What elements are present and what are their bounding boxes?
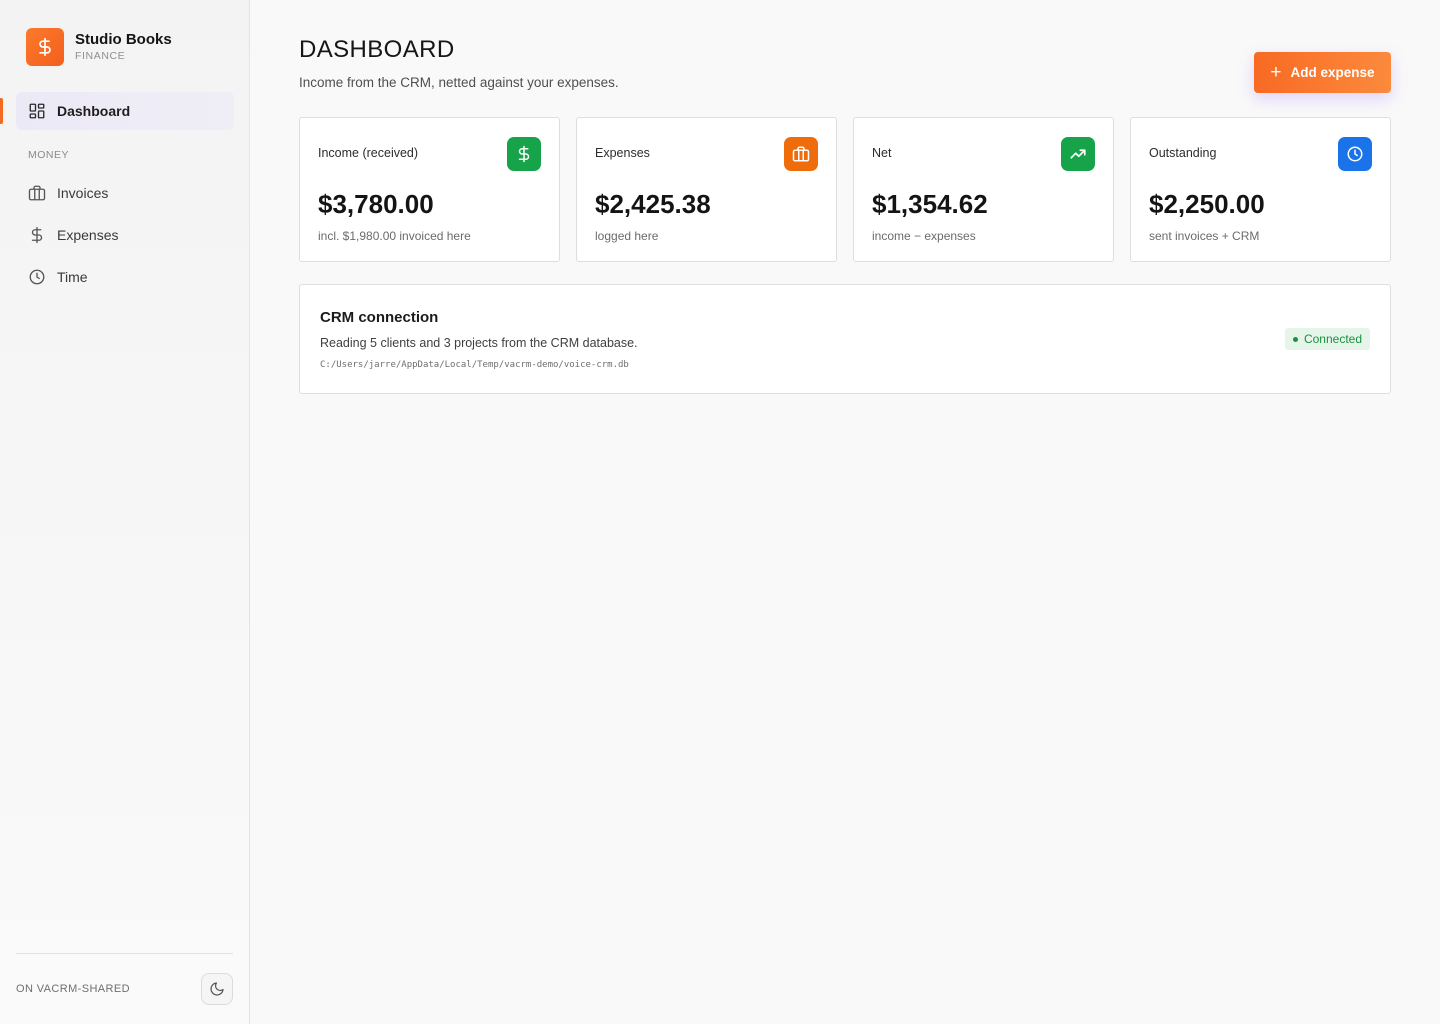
dollar-icon: [39, 37, 51, 57]
plus-icon: +: [1270, 62, 1282, 83]
crm-db-path: C:/Users/jarre/AppData/Local/Temp/vacrm-…: [320, 360, 629, 370]
status-dot-icon: [1292, 336, 1298, 342]
card-label: Net: [872, 146, 892, 160]
card-note: income − expenses: [872, 229, 976, 243]
section-label-money: MONEY: [28, 149, 70, 161]
dollar-icon: [27, 225, 47, 245]
card-income: Income (received) $3,780.00 incl. $1,980…: [299, 117, 560, 262]
status-label: Connected: [1303, 332, 1362, 346]
clock-icon: [1338, 137, 1372, 171]
card-net: Net $1,354.62 income − expenses: [853, 117, 1114, 262]
sidebar-item-label: Invoices: [57, 185, 109, 201]
card-note: sent invoices + CRM: [1149, 229, 1260, 243]
card-value: $1,354.62: [872, 189, 988, 219]
add-expense-label: Add expense: [1290, 65, 1375, 80]
card-label: Income (received): [318, 146, 419, 160]
brand-name: Studio Books: [75, 31, 172, 48]
moon-icon: [210, 982, 224, 996]
grid-icon: [27, 101, 47, 121]
card-expenses: Expenses $2,425.38 logged here: [576, 117, 837, 262]
sidebar-item-label: Dashboard: [57, 103, 131, 119]
status-badge: Connected: [1284, 328, 1370, 350]
card-value: $2,250.00: [1149, 189, 1265, 219]
crm-title: CRM connection: [320, 309, 439, 326]
workspace-label: ON VACRM-SHARED: [16, 983, 130, 995]
card-outstanding: Outstanding $2,250.00 sent invoices + CR…: [1130, 117, 1391, 262]
briefcase-icon: [27, 183, 47, 203]
card-label: Expenses: [595, 146, 650, 160]
card-value: $2,425.38: [595, 189, 711, 219]
card-label: Outstanding: [1149, 146, 1217, 160]
crm-description: Reading 5 clients and 3 projects from th…: [320, 336, 638, 350]
brand-subtitle: FINANCE: [75, 50, 126, 62]
trending-up-icon: [1061, 137, 1095, 171]
sidebar: Studio Books FINANCE Dashboard MONEY Inv…: [0, 0, 250, 1024]
sidebar-footer: ON VACRM-SHARED: [16, 953, 233, 1024]
sidebar-item-label: Time: [57, 269, 88, 285]
clock-icon: [27, 267, 47, 287]
main-content: DASHBOARD Income from the CRM, netted ag…: [250, 0, 1440, 1024]
dollar-icon: [507, 137, 541, 171]
sidebar-item-expenses[interactable]: Expenses: [16, 216, 234, 254]
page-subtitle: Income from the CRM, netted against your…: [299, 75, 619, 90]
sidebar-item-time[interactable]: Time: [16, 258, 234, 296]
theme-toggle-button[interactable]: [201, 973, 233, 1005]
sidebar-item-label: Expenses: [57, 227, 119, 243]
crm-connection-panel: CRM connection Reading 5 clients and 3 p…: [299, 284, 1391, 394]
sidebar-item-invoices[interactable]: Invoices: [16, 174, 234, 212]
sidebar-item-dashboard[interactable]: Dashboard: [16, 92, 234, 130]
card-value: $3,780.00: [318, 189, 434, 219]
page-title: DASHBOARD: [299, 36, 455, 63]
add-expense-button[interactable]: + Add expense: [1254, 52, 1391, 93]
brand-logo: [26, 28, 64, 66]
summary-cards: Income (received) $3,780.00 incl. $1,980…: [299, 117, 1391, 262]
card-note: logged here: [595, 229, 659, 243]
briefcase-icon: [784, 137, 818, 171]
brand: Studio Books FINANCE: [0, 0, 249, 66]
card-note: incl. $1,980.00 invoiced here: [318, 229, 471, 243]
